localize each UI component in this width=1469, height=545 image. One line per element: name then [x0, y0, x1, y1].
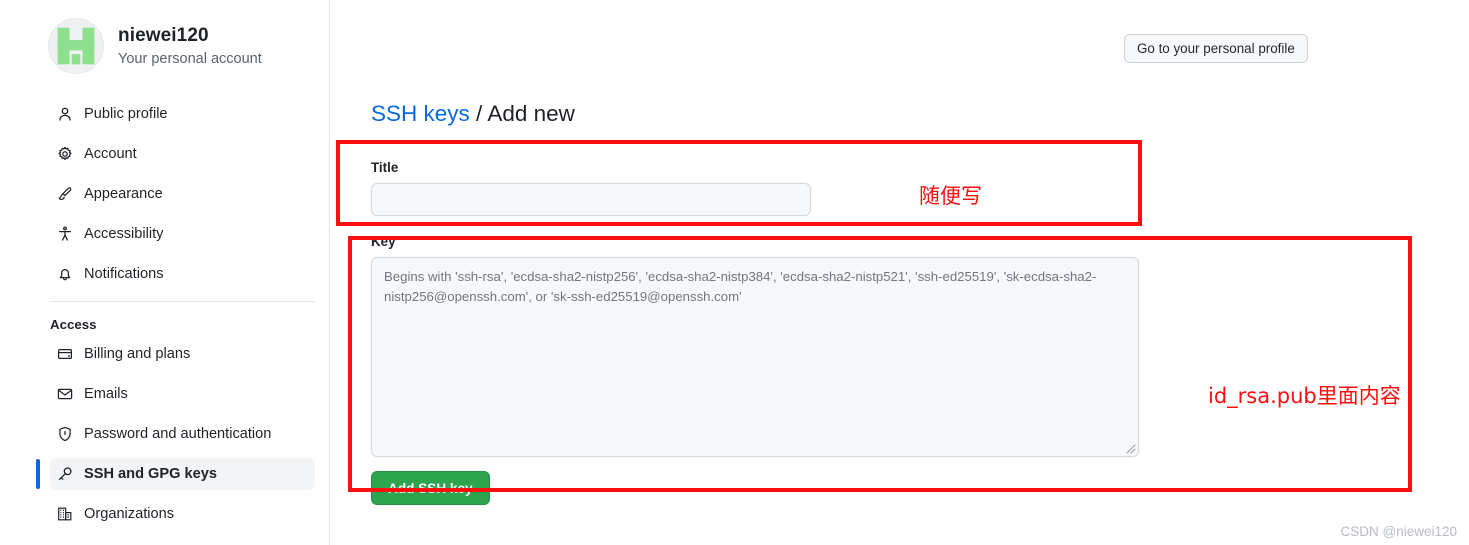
settings-sidebar: niewei120 Your personal account Public p…	[0, 0, 330, 545]
sidebar-item-appearance[interactable]: Appearance	[50, 178, 315, 210]
sidebar-item-accessibility[interactable]: Accessibility	[50, 218, 315, 250]
sidebar-item-label: Account	[84, 146, 137, 162]
shield-icon	[56, 426, 73, 443]
sidebar-item-label: Organizations	[84, 506, 175, 522]
breadcrumb-separator: /	[476, 101, 483, 126]
sidebar-item-emails[interactable]: Emails	[50, 378, 315, 410]
breadcrumb: SSH keys / Add new	[371, 101, 575, 127]
title-input[interactable]	[371, 183, 811, 216]
sidebar-item-label: Public profile	[84, 106, 168, 122]
sidebar-item-label: Emails	[84, 386, 128, 402]
sidebar-item-organizations[interactable]: Organizations	[50, 498, 315, 530]
csdn-watermark: CSDN @niewei120	[1340, 524, 1457, 539]
account-header: niewei120 Your personal account	[48, 18, 262, 74]
sidebar-item-moderation[interactable]: Moderation	[50, 538, 315, 545]
key-textarea[interactable]	[371, 257, 1139, 457]
sidebar-item-ssh-and-gpg-keys[interactable]: SSH and GPG keys	[36, 458, 315, 490]
add-ssh-key-button[interactable]: Add SSH key	[371, 471, 490, 505]
sidebar-item-label: Appearance	[84, 186, 163, 202]
breadcrumb-ssh-keys-link[interactable]: SSH keys	[371, 101, 470, 126]
paintbrush-icon	[56, 186, 73, 203]
key-field-label: Key	[371, 234, 396, 249]
sidebar-item-account[interactable]: Account	[50, 138, 315, 170]
sidebar-item-billing-and-plans[interactable]: Billing and plans	[50, 338, 315, 370]
sidebar-item-password-and-authentication[interactable]: Password and authentication	[50, 418, 315, 450]
key-textarea-wrapper	[371, 257, 1139, 457]
sidebar-item-label: Notifications	[84, 266, 164, 282]
gear-icon	[56, 146, 73, 163]
account-login: niewei120	[118, 25, 209, 47]
account-name-block: niewei120 Your personal account	[118, 24, 262, 68]
title-field-label: Title	[371, 160, 399, 175]
sidebar-item-notifications[interactable]: Notifications	[50, 258, 315, 290]
sidebar-section-access-label: Access	[50, 317, 97, 332]
sidebar-item-label: SSH and GPG keys	[84, 466, 218, 482]
sidebar-item-label: Accessibility	[84, 226, 164, 242]
key-icon	[56, 466, 73, 483]
accessibility-icon	[56, 226, 73, 243]
credit-card-icon	[56, 346, 73, 363]
sidebar-item-label: Billing and plans	[84, 346, 191, 362]
avatar[interactable]	[48, 18, 104, 74]
bell-icon	[56, 266, 73, 283]
mail-icon	[56, 386, 73, 403]
annotation-text-key: id_rsa.pub里面内容	[1208, 384, 1401, 408]
page-root: niewei120 Your personal account Public p…	[0, 0, 1469, 545]
breadcrumb-current: Add new	[487, 101, 575, 126]
sidebar-nav: Public profile Account Appearance Access…	[0, 98, 330, 545]
sidebar-divider-1	[50, 301, 315, 302]
main-content: Go to your personal profile SSH keys / A…	[330, 0, 1469, 545]
sidebar-item-label: Password and authentication	[84, 426, 272, 442]
person-icon	[56, 106, 73, 123]
organization-icon	[56, 506, 73, 523]
annotation-text-title: 随便写	[919, 184, 982, 208]
identicon-avatar-icon	[49, 19, 103, 73]
go-to-personal-profile-button[interactable]: Go to your personal profile	[1124, 34, 1308, 63]
sidebar-item-public-profile[interactable]: Public profile	[50, 98, 315, 130]
account-subtitle: Your personal account	[118, 50, 262, 67]
